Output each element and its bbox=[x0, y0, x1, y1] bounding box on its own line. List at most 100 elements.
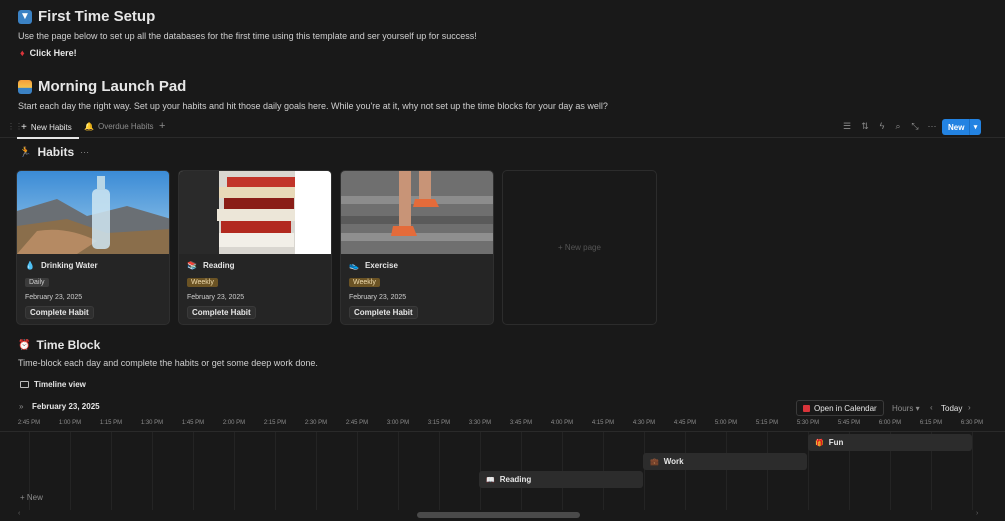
timeline-time-label: 1:15 PM bbox=[99, 420, 123, 426]
timeline-time-label: 4:45 PM bbox=[673, 420, 697, 426]
timeline-gridline bbox=[685, 432, 686, 510]
tab-new-habits-label: New Habits bbox=[30, 123, 72, 132]
book-icon: 📚 bbox=[187, 261, 197, 270]
timeline-time-label: 2:45 PM bbox=[17, 420, 41, 426]
open-in-calendar-button[interactable]: Open in Calendar bbox=[796, 400, 884, 416]
click-here-link[interactable]: ♦ Click Here! bbox=[20, 48, 77, 58]
setup-title: First Time Setup bbox=[38, 8, 156, 25]
diamond-icon: ♦ bbox=[20, 48, 25, 58]
timeline-time-label: 4:00 PM bbox=[550, 420, 574, 426]
add-event-button[interactable]: + New bbox=[20, 493, 43, 502]
today-button[interactable]: Today bbox=[941, 404, 962, 413]
timeline-time-label: 4:30 PM bbox=[632, 420, 656, 426]
timeline-gridline bbox=[972, 432, 973, 510]
timeline-time-label: 4:15 PM bbox=[591, 420, 615, 426]
timeline-view-label: Timeline view bbox=[34, 380, 86, 389]
setup-heading: ▼ First Time Setup bbox=[18, 8, 155, 25]
timeline-gridline bbox=[111, 432, 112, 510]
water-drop-icon: 💧 bbox=[25, 261, 35, 270]
timeline-view-tab[interactable]: Timeline view bbox=[20, 380, 86, 389]
scroll-left-icon[interactable]: ‹ bbox=[18, 510, 20, 517]
open-in-calendar-label: Open in Calendar bbox=[814, 403, 877, 413]
sort-icon[interactable]: ⇅ bbox=[859, 121, 871, 132]
add-view-button[interactable]: + bbox=[159, 120, 165, 132]
horizontal-scrollbar[interactable] bbox=[417, 512, 580, 518]
automation-icon[interactable]: ϟ bbox=[876, 121, 888, 131]
timeline-time-label: 2:15 PM bbox=[263, 420, 287, 426]
habit-name: 💧 Drinking Water bbox=[25, 261, 98, 270]
tab-overdue-habits[interactable]: 🔔 Overdue Habits bbox=[84, 122, 154, 131]
timeline-time-label: 2:00 PM bbox=[222, 420, 246, 426]
scale-dropdown[interactable]: Hours ▾ bbox=[892, 404, 920, 413]
timeline-time-label: 2:45 PM bbox=[345, 420, 369, 426]
chevron-down-icon[interactable]: ▾ bbox=[970, 123, 981, 131]
scroll-right-icon[interactable]: › bbox=[976, 510, 978, 517]
frequency-tag: Daily bbox=[25, 278, 49, 287]
timeline-time-label: 5:30 PM bbox=[796, 420, 820, 426]
chevron-down-icon: ▾ bbox=[915, 404, 920, 413]
calendar-icon bbox=[803, 404, 810, 412]
setup-description: Use the page below to set up all the dat… bbox=[18, 31, 477, 41]
bell-icon: 🔔 bbox=[84, 122, 94, 131]
timeline-gridline bbox=[193, 432, 194, 510]
event-fun[interactable]: 🎁 Fun bbox=[808, 434, 972, 451]
timeline-time-scale: 2:45 PM 1:00 PM 1:15 PM 1:30 PM 1:45 PM 2:00 … bbox=[0, 420, 1005, 432]
sneaker-icon: 👟 bbox=[349, 261, 359, 270]
timeline-time-label: 3:30 PM bbox=[468, 420, 492, 426]
new-button-label: New bbox=[948, 122, 965, 132]
timeline-time-label: 3:15 PM bbox=[427, 420, 451, 426]
active-tab-indicator bbox=[17, 137, 79, 139]
new-button[interactable]: New ▾ bbox=[942, 119, 981, 135]
timeline-time-label: 6:15 PM bbox=[919, 420, 943, 426]
complete-habit-button[interactable]: Complete Habit bbox=[25, 306, 94, 319]
complete-habit-button[interactable]: Complete Habit bbox=[349, 306, 418, 319]
timeline-gridline bbox=[234, 432, 235, 510]
briefcase-icon: 💼 bbox=[650, 458, 659, 466]
habit-card[interactable]: 📚 Reading Weekly February 23, 2025 Compl… bbox=[178, 170, 332, 325]
habits-title: Habits bbox=[37, 145, 75, 159]
alarm-clock-icon: ⏰ bbox=[18, 339, 31, 351]
habits-icon: 🏃 bbox=[19, 146, 32, 158]
timeline-gridline bbox=[767, 432, 768, 510]
timeblock-heading: ⏰ Time Block bbox=[18, 338, 100, 352]
timeline-gridline bbox=[726, 432, 727, 510]
next-arrow-icon[interactable]: › bbox=[968, 403, 971, 412]
event-reading[interactable]: 📖 Reading bbox=[479, 471, 643, 488]
tab-new-habits[interactable]: + New Habits bbox=[21, 122, 72, 133]
timeline-time-label: 5:00 PM bbox=[714, 420, 738, 426]
timeline-icon bbox=[20, 381, 29, 388]
habits-more-icon[interactable]: ··· bbox=[80, 147, 89, 157]
collapse-icon[interactable]: » bbox=[19, 402, 23, 411]
habit-card[interactable]: 💧 Drinking Water Daily February 23, 2025… bbox=[16, 170, 170, 325]
launchpad-description: Start each day the right way. Set up you… bbox=[18, 101, 608, 111]
habit-date: February 23, 2025 bbox=[25, 294, 83, 301]
launchpad-heading: Morning Launch Pad bbox=[18, 78, 186, 95]
habit-card[interactable]: 👟 Exercise Weekly February 23, 2025 Comp… bbox=[340, 170, 494, 325]
frequency-tag: Weekly bbox=[187, 278, 218, 287]
more-icon[interactable]: ··· bbox=[926, 121, 938, 131]
frequency-tag: Weekly bbox=[349, 278, 380, 287]
new-page-label: + New page bbox=[558, 243, 601, 252]
gift-icon: 🎁 bbox=[815, 439, 824, 447]
expand-icon[interactable]: ⤡ bbox=[909, 121, 921, 132]
book-icon: 📖 bbox=[486, 476, 495, 484]
prev-arrow-icon[interactable]: ‹ bbox=[930, 403, 933, 412]
down-arrow-icon: ▼ bbox=[18, 9, 32, 24]
card-cover-exercise bbox=[341, 171, 493, 254]
timeblock-description: Time-block each day and complete the hab… bbox=[18, 358, 318, 368]
launchpad-title: Morning Launch Pad bbox=[38, 78, 187, 95]
event-work[interactable]: 💼 Work bbox=[643, 453, 807, 470]
complete-habit-button[interactable]: Complete Habit bbox=[187, 306, 256, 319]
timeline-gridline bbox=[316, 432, 317, 510]
timeline-time-label: 2:30 PM bbox=[304, 420, 328, 426]
timeline-time-label: 6:30 PM bbox=[960, 420, 984, 426]
plus-icon: + bbox=[21, 122, 27, 133]
filter-icon[interactable]: ☰ bbox=[841, 121, 853, 132]
timeline-date: February 23, 2025 bbox=[32, 402, 100, 411]
timeline-time-label: 5:15 PM bbox=[755, 420, 779, 426]
search-icon[interactable]: ⌕ bbox=[892, 121, 904, 132]
habit-name: 👟 Exercise bbox=[349, 261, 398, 270]
timeline-time-label: 3:00 PM bbox=[386, 420, 410, 426]
new-page-card[interactable]: + New page bbox=[502, 170, 657, 325]
timeline-gridline bbox=[357, 432, 358, 510]
